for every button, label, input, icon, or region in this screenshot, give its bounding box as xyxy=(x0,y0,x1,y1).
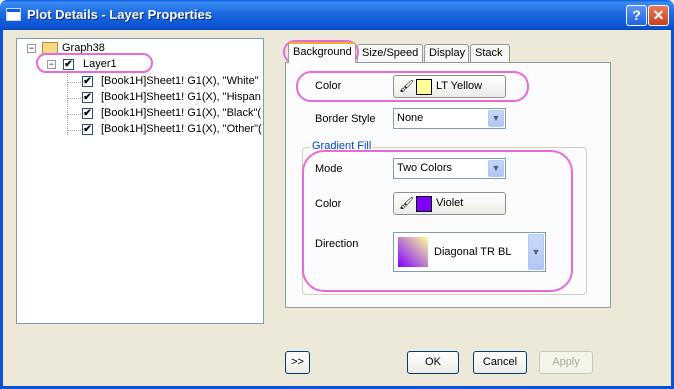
plot-checkbox[interactable]: ✔ xyxy=(82,92,93,103)
title-bar: Plot Details - Layer Properties ? ✕ xyxy=(0,0,674,30)
tree-node-plot[interactable]: ✔ [Book1H]Sheet1! G1(X), "White" xyxy=(17,74,263,90)
window-icon xyxy=(6,8,21,21)
expand-button[interactable]: >> xyxy=(285,351,310,374)
border-style-label: Border Style xyxy=(315,113,376,125)
cancel-button[interactable]: Cancel xyxy=(473,351,527,374)
highlight-oval xyxy=(36,53,153,73)
chevron-down-icon[interactable]: ▼ xyxy=(488,110,504,127)
tree-node-plot[interactable]: ✔ [Book1H]Sheet1! G1(X), "Other"( xyxy=(17,122,263,138)
help-button[interactable]: ? xyxy=(626,5,647,26)
highlight-oval xyxy=(296,71,529,102)
collapse-icon[interactable]: − xyxy=(27,44,36,53)
border-style-select[interactable]: None ▼ xyxy=(393,108,506,129)
tree-node-plot[interactable]: ✔ [Book1H]Sheet1! G1(X), "Black"( xyxy=(17,106,263,122)
close-button[interactable]: ✕ xyxy=(648,5,669,26)
ok-button[interactable]: OK xyxy=(407,351,459,374)
tab-background[interactable]: Background xyxy=(288,42,356,63)
tree-label-plot: [Book1H]Sheet1! G1(X), "White" xyxy=(101,75,259,87)
tab-size-speed[interactable]: Size/Speed xyxy=(357,44,423,62)
plot-checkbox[interactable]: ✔ xyxy=(82,76,93,87)
window-title: Plot Details - Layer Properties xyxy=(27,7,212,22)
apply-button[interactable]: Apply xyxy=(539,351,593,374)
tab-display[interactable]: Display xyxy=(424,44,469,62)
plot-checkbox[interactable]: ✔ xyxy=(82,108,93,119)
tree-label-plot: [Book1H]Sheet1! G1(X), "Other"( xyxy=(101,123,262,135)
tree-node-plot[interactable]: ✔ [Book1H]Sheet1! G1(X), "Hispan xyxy=(17,90,263,106)
plot-checkbox[interactable]: ✔ xyxy=(82,124,93,135)
highlight-oval xyxy=(302,150,573,292)
tree-label-plot: [Book1H]Sheet1! G1(X), "Black"( xyxy=(101,107,262,119)
tab-stack[interactable]: Stack xyxy=(470,44,510,62)
tree-label-plot: [Book1H]Sheet1! G1(X), "Hispan xyxy=(101,91,261,103)
border-style-value: None xyxy=(397,112,424,124)
layer-tree[interactable]: − Graph38 − ✔ Layer1 ✔ [Book1H]Sheet1! G… xyxy=(16,38,264,324)
